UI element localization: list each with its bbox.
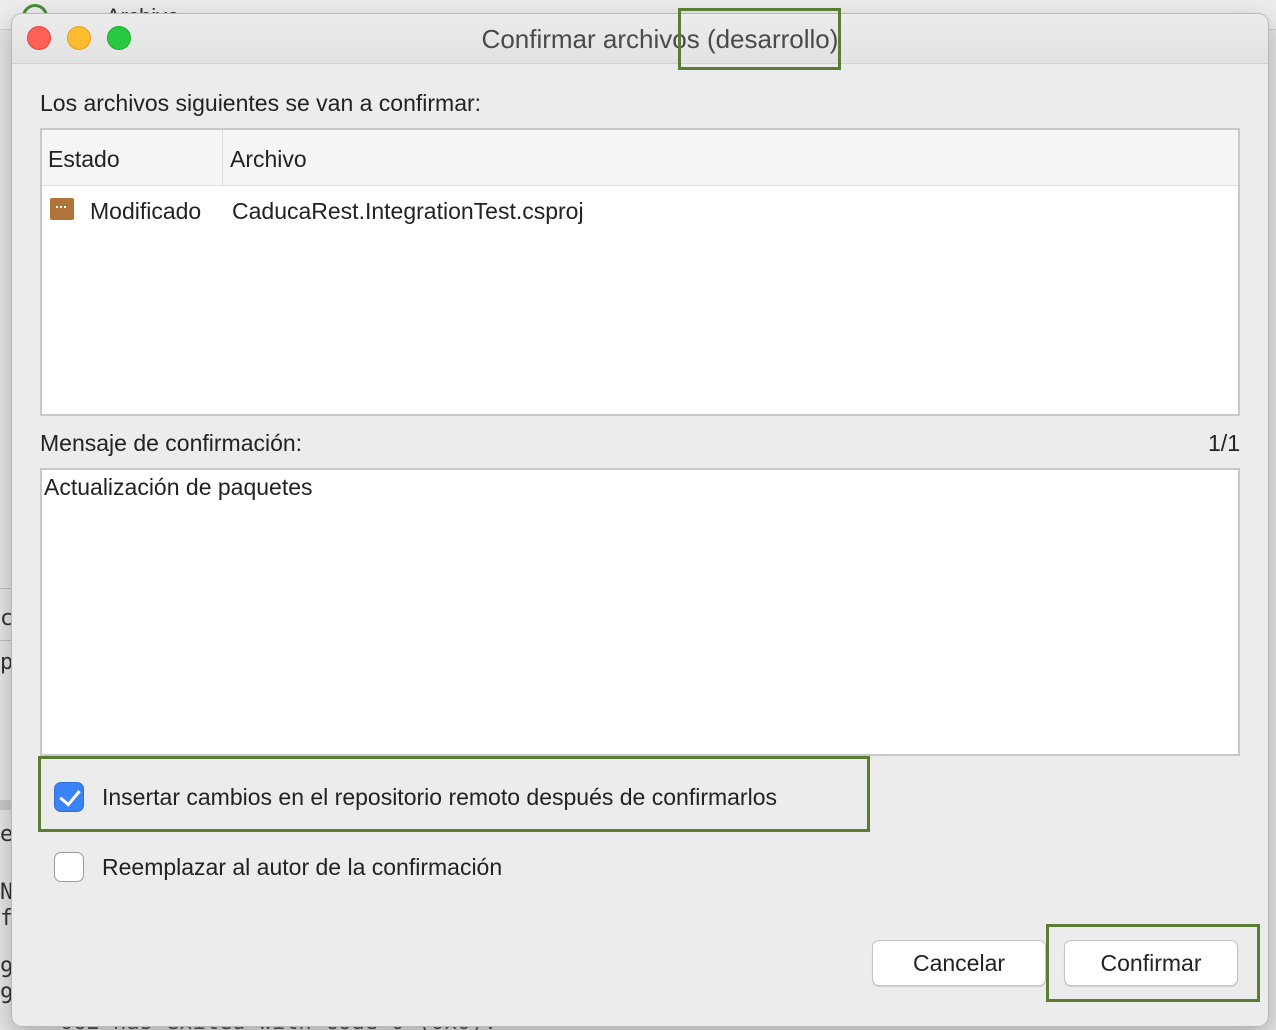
cancel-button[interactable]: Cancelar [872,940,1046,986]
override-author-checkbox-label[interactable]: Reemplazar al autor de la confirmación [102,854,502,881]
files-table[interactable]: Estado Archivo Modificado CaducaRest.Int… [40,128,1240,416]
files-label: Los archivos siguientes se van a confirm… [40,90,482,116]
dialog-title: Confirmar archivos (desarrollo) [481,24,839,54]
push-checkbox[interactable] [54,782,84,812]
modified-file-icon [50,198,74,220]
background-divider [0,588,12,589]
column-header-status[interactable]: Estado [48,146,120,173]
row-file-name: CaducaRest.IntegrationTest.csproj [232,198,584,224]
row-status: Modificado [90,198,202,224]
dialog-titlebar[interactable]: Confirmar archivos (desarrollo) [12,14,1268,64]
push-checkbox-label[interactable]: Insertar cambios en el repositorio remot… [102,784,777,811]
column-header-file[interactable]: Archivo [230,146,307,173]
background-divider [0,800,12,810]
column-separator[interactable] [222,130,223,186]
commit-message-input[interactable] [40,468,1240,756]
table-header: Estado Archivo [42,130,1238,186]
commit-dialog: Confirmar archivos (desarrollo) Los arch… [12,14,1268,1026]
confirm-button[interactable]: Confirmar [1064,940,1238,986]
table-row[interactable]: Modificado CaducaRest.IntegrationTest.cs… [42,188,1238,236]
background-divider [0,640,12,641]
message-label: Mensaje de confirmación: [40,430,303,456]
message-counter: 1/1 [1208,430,1240,456]
override-author-checkbox[interactable] [54,852,84,882]
